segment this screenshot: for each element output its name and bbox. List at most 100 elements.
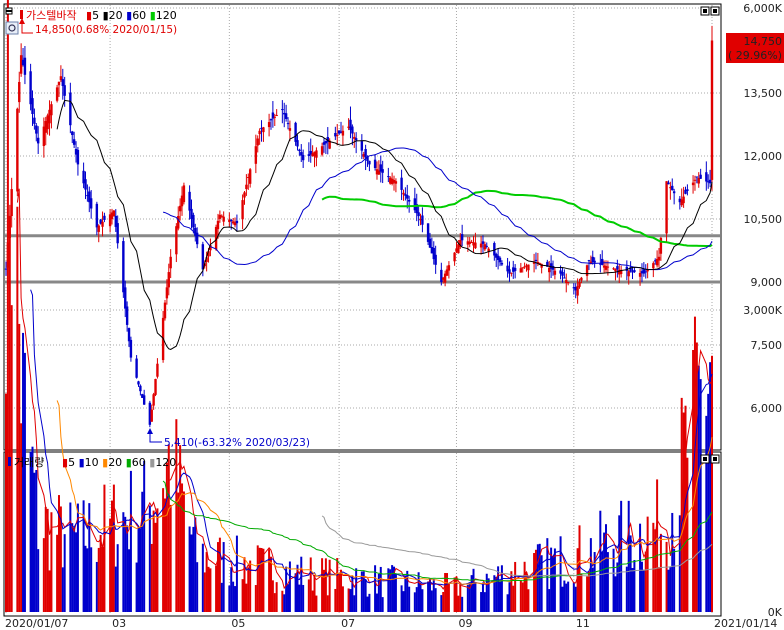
volume-bar [29, 451, 32, 612]
volume-tick-label: 6,000K [743, 2, 782, 15]
volume-bar [699, 379, 702, 612]
candle-body [188, 191, 191, 211]
volume-bar [553, 548, 556, 612]
volume-bar [408, 586, 411, 612]
volume-bar [269, 556, 272, 612]
volume-bar [268, 549, 271, 612]
volume-bar [574, 586, 577, 612]
candle-body [288, 128, 292, 131]
volume-bar [42, 538, 45, 612]
candle-body [693, 179, 697, 181]
volume-close-button[interactable] [710, 454, 720, 464]
candle-body [576, 286, 579, 296]
candle-body [368, 160, 371, 165]
volume-bar [495, 576, 498, 612]
candle-body [406, 195, 409, 199]
volume-bar [375, 593, 378, 612]
volume-bar [548, 589, 551, 612]
candle-body [460, 234, 464, 241]
volume-title: 거래량 [14, 456, 44, 469]
candle-body [523, 266, 526, 268]
high-annotation-text: 14,850(0.68% 2020/01/15) [35, 24, 177, 36]
candle-body [192, 214, 195, 228]
volume-bar [126, 525, 129, 612]
volume-bar [31, 446, 34, 612]
candle-body [479, 243, 483, 248]
volume-bar [44, 506, 47, 612]
volume-ma-legend: ▮5 ▮10 ▮20 ▮60 ▮120 [62, 456, 176, 469]
candle-body [97, 225, 100, 232]
settings-icon[interactable] [5, 21, 19, 35]
candle-body [55, 87, 59, 101]
candle-body [561, 271, 564, 276]
candle-body [421, 215, 424, 225]
volume-bar [519, 580, 522, 612]
price-maximize-button[interactable] [700, 6, 710, 16]
volume-bar [459, 582, 462, 612]
time-tick-label: 2020/01/07 [5, 617, 68, 630]
minus-icon [6, 10, 12, 12]
candle-body [84, 179, 87, 190]
candle-body [519, 268, 523, 273]
volume-bar [580, 573, 583, 612]
volume-bar [606, 552, 609, 612]
price-close-button[interactable] [710, 6, 720, 16]
candle-body [63, 85, 66, 96]
volume-maximize-button[interactable] [700, 454, 710, 464]
volume-bar [181, 483, 184, 612]
volume-bar [481, 582, 484, 612]
candle-body [35, 125, 38, 134]
volume-bar [215, 565, 218, 612]
volume-bar [230, 567, 233, 612]
volume-bar [461, 596, 464, 612]
time-tick-label: 03 [112, 617, 126, 630]
volume-bar [652, 522, 655, 612]
volume-bar [177, 492, 180, 612]
volume-marker-icon [8, 457, 11, 466]
volume-bar [707, 393, 710, 612]
legend-marker-icon [20, 10, 23, 19]
volume-bar [500, 565, 503, 612]
volume-bar [347, 588, 350, 612]
volume-bar [156, 508, 159, 612]
volume-bar [23, 352, 26, 612]
volume-bar [86, 548, 89, 612]
candle-body [315, 150, 318, 158]
price-tick-label: 9,000 [751, 276, 783, 289]
volume-bar [709, 362, 712, 612]
candle-body [652, 263, 655, 269]
volume-bar [56, 534, 59, 612]
candle-body [245, 184, 248, 190]
volume-bar [152, 510, 155, 612]
volume-bar [162, 488, 165, 612]
volume-bar [483, 592, 486, 612]
volume-bar [309, 557, 312, 612]
volume-bar [247, 567, 250, 612]
volume-bar [427, 581, 430, 612]
candle-body [31, 98, 34, 114]
candle-body [167, 272, 170, 288]
candle-body [294, 122, 297, 142]
candle-body [124, 287, 127, 309]
candle-body [665, 181, 668, 234]
volume-bar [262, 548, 265, 612]
candle-body [705, 172, 708, 182]
candle-body [154, 378, 157, 395]
volume-bar [271, 580, 274, 612]
volume-bar [8, 231, 11, 612]
volume-bar [112, 484, 115, 612]
candle-body [241, 200, 244, 220]
volume-bar [99, 534, 102, 612]
candle-body [407, 199, 411, 202]
price-tick-label: 6,000 [751, 402, 783, 415]
candle-body [256, 138, 259, 146]
volume-bar [627, 500, 630, 612]
volume-bar [413, 592, 416, 612]
candle-body [220, 215, 223, 217]
candle-body [682, 196, 685, 204]
volume-bar [71, 523, 74, 612]
candle-body [360, 141, 364, 151]
volume-bar [324, 558, 327, 612]
candle-body [699, 174, 702, 179]
volume-bar [381, 597, 384, 612]
